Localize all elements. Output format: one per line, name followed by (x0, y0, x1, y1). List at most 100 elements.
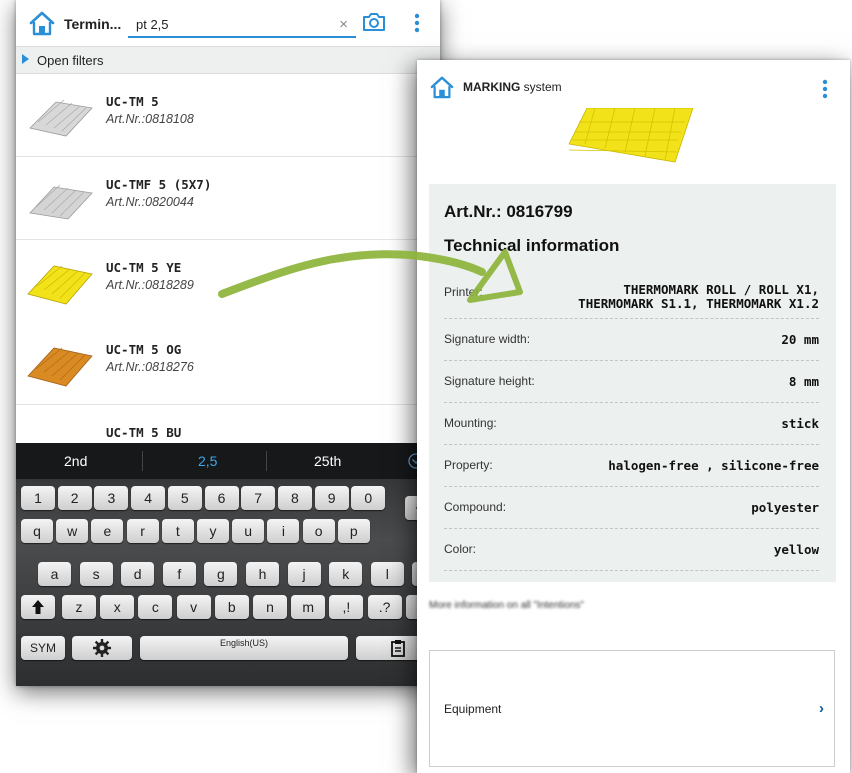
sym-key[interactable]: SYM (21, 636, 65, 660)
keyboard-key[interactable]: n (253, 595, 287, 619)
product-item[interactable]: UC-TMF 5 (5X7) Art.Nr.:0820044 › (16, 157, 440, 240)
space-bar[interactable]: English(US) (140, 636, 348, 660)
keyboard-key[interactable]: s (79, 562, 113, 586)
keyboard-key[interactable]: w (56, 519, 89, 543)
space-language-label: English(US) (219, 638, 268, 648)
keyboard-key[interactable]: x (100, 595, 135, 619)
spec-value: polyester (751, 500, 819, 515)
product-item[interactable]: UC-TM 5 Art.Nr.:0818108 › (16, 74, 440, 157)
keyboard-key[interactable]: b (214, 595, 249, 619)
keyboard-key[interactable]: p (337, 519, 370, 543)
shift-arrow-icon (32, 600, 44, 614)
keyboard-key[interactable]: m (291, 595, 326, 619)
product-name: UC-TM 5 (106, 94, 159, 109)
keyboard-key[interactable]: 5 (167, 486, 202, 510)
chevron-right-icon[interactable]: › (819, 700, 824, 717)
suggestion-bar: 2nd 2,5 25th (16, 443, 440, 479)
clear-icon[interactable]: × (339, 16, 348, 33)
spec-row-printer: Printer: THERMOMARK ROLL / ROLL X1, THER… (444, 282, 819, 319)
keyboard-key[interactable]: k (329, 562, 363, 586)
keyboard-key[interactable]: o (302, 519, 335, 543)
spec-value: 20 mm (781, 332, 819, 347)
keyboard-key[interactable]: z (62, 595, 96, 619)
more-menu-icon[interactable] (414, 13, 420, 33)
keyboard-key[interactable]: y (197, 519, 229, 543)
keyboard-key[interactable]: l (370, 562, 404, 586)
product-name: UC-TMF 5 (5X7) (106, 177, 212, 192)
keyboard-key[interactable]: 4 (131, 486, 166, 510)
home-icon[interactable] (28, 10, 56, 36)
product-art-nr: Art.Nr.:0818289 (106, 278, 194, 292)
spec-label: Signature width: (444, 332, 531, 346)
gear-icon (93, 639, 111, 657)
spec-label: Signature height: (444, 374, 535, 388)
product-name: UC-TM 5 YE (106, 260, 182, 275)
equipment-section[interactable]: Equipment › (429, 650, 835, 767)
keyboard-key[interactable]: 6 (204, 486, 239, 510)
suggestion-item[interactable]: 25th (314, 453, 341, 469)
keyboard-key[interactable]: ,! (329, 595, 364, 619)
product-search-screen: Termin... pt 2,5 × Open filters UC-TM 5 … (16, 0, 440, 686)
product-art-nr: Art.Nr.:0818276 (106, 360, 194, 374)
app-title: MARKING system (463, 80, 562, 94)
product-name: UC-TM 5 OG (106, 342, 182, 357)
app-title: Termin... (64, 16, 122, 32)
spec-value: halogen-free , silicone-free (608, 458, 819, 473)
keyboard-key[interactable]: i (267, 519, 300, 543)
home-icon[interactable] (429, 75, 455, 99)
keyboard-key[interactable]: j (287, 562, 321, 586)
suggestion-item[interactable]: 2nd (64, 453, 87, 469)
keyboard-key[interactable]: d (121, 562, 155, 586)
top-bar: Termin... pt 2,5 × (16, 0, 440, 47)
keyboard-key[interactable]: 3 (94, 486, 129, 510)
keyboard-key[interactable]: 9 (314, 486, 349, 510)
keyboard-key[interactable]: g (204, 562, 238, 586)
product-thumbnail (29, 184, 93, 220)
keyboard-key[interactable]: v (176, 595, 211, 619)
more-menu-icon[interactable] (822, 79, 828, 99)
keyboard-key[interactable]: 0 (351, 486, 386, 510)
product-item[interactable]: UC-TM 5 OG Art.Nr.:0818276 › (16, 322, 440, 405)
search-input[interactable]: pt 2,5 (136, 17, 169, 32)
product-item[interactable]: UC-TM 5 YE Art.Nr.:0818289 › (16, 240, 440, 323)
keyboard-key[interactable]: r (126, 519, 159, 543)
spec-label: Compound: (444, 500, 507, 514)
suggestion-item[interactable]: 2,5 (198, 453, 217, 469)
keyboard-key[interactable]: q (21, 519, 53, 543)
keyboard-key[interactable]: c (138, 595, 173, 619)
product-detail-screen: MARKING system Art.Nr.: 0816799 Technica… (417, 60, 850, 773)
shift-key[interactable] (21, 595, 55, 619)
keyboard-key[interactable]: .? (367, 595, 402, 619)
search-field[interactable]: pt 2,5 × (128, 14, 356, 38)
spec-label: Mounting: (444, 416, 497, 430)
spec-row-property: Property: halogen-free , silicone-free (444, 446, 819, 487)
keyboard-key[interactable]: 7 (241, 486, 276, 510)
more-information-link[interactable]: More information on all "Intentions" (429, 600, 584, 611)
spec-row-height: Signature height: 8 mm (444, 362, 819, 403)
open-filters-label: Open filters (37, 53, 104, 68)
on-screen-keyboard: 2nd 2,5 25th 1234567890 qwertyuiop asdfg… (16, 443, 440, 686)
expand-triangle-icon (22, 54, 29, 64)
technical-info-panel: Art.Nr.: 0816799 Technical information P… (429, 184, 836, 582)
keyboard-key[interactable]: h (246, 562, 279, 586)
keyboard-key[interactable]: 8 (277, 486, 312, 510)
settings-key[interactable] (72, 636, 132, 660)
product-thumbnail (29, 99, 93, 137)
keyboard-key[interactable]: t (161, 519, 194, 543)
keyboard-key[interactable]: e (91, 519, 124, 543)
product-image (568, 108, 694, 163)
spec-value: stick (781, 416, 819, 431)
keyboard-key[interactable]: u (232, 519, 265, 543)
spec-value: THERMOMARK ROLL / ROLL X1, THERMOMARK S1… (578, 282, 819, 311)
article-number: Art.Nr.: 0816799 (444, 202, 573, 221)
keyboard-key[interactable]: 2 (57, 486, 92, 510)
product-thumbnail (27, 265, 93, 305)
open-filters-bar[interactable]: Open filters (16, 47, 440, 74)
spec-row-width: Signature width: 20 mm (444, 320, 819, 361)
product-art-nr: Art.Nr.:0818108 (106, 112, 194, 126)
keyboard-key[interactable]: a (38, 562, 71, 586)
product-name: UC-TM 5 BU (106, 425, 182, 440)
camera-icon[interactable] (362, 12, 386, 32)
keyboard-key[interactable]: f (162, 562, 196, 586)
keyboard-key[interactable]: 1 (21, 486, 55, 510)
